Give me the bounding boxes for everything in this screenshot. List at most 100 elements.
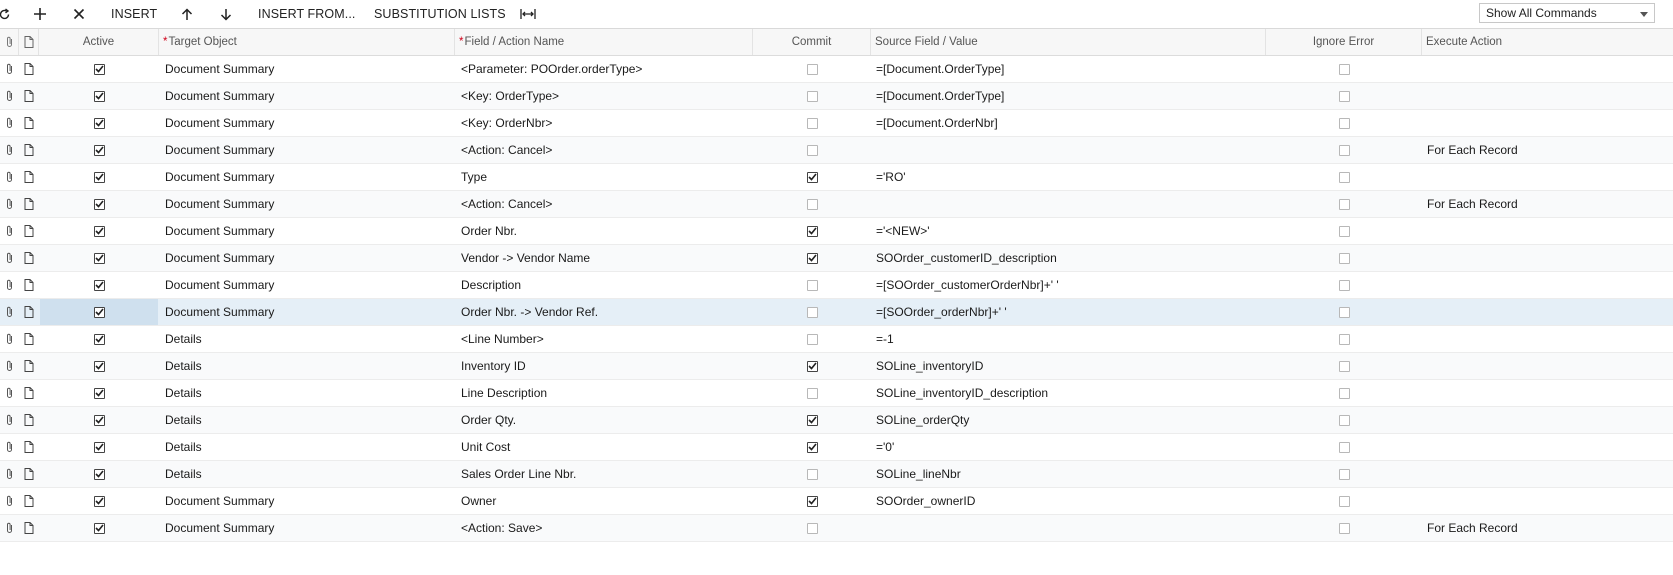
active-checkbox[interactable] xyxy=(93,441,105,453)
execute-action-cell[interactable]: For Each Record xyxy=(1427,515,1518,541)
commit-checkbox[interactable] xyxy=(806,144,818,156)
attachment-button[interactable] xyxy=(0,299,19,325)
target-object-cell[interactable]: Document Summary xyxy=(165,245,274,271)
note-button[interactable] xyxy=(19,461,39,487)
ignore-error-checkbox[interactable] xyxy=(1338,333,1350,345)
attachment-button[interactable] xyxy=(0,488,19,514)
active-checkbox[interactable] xyxy=(93,198,105,210)
field-action-cell[interactable]: <Action: Cancel> xyxy=(461,191,552,217)
target-object-cell[interactable]: Document Summary xyxy=(165,164,274,190)
attachment-button[interactable] xyxy=(0,191,19,217)
target-object-cell[interactable]: Details xyxy=(165,326,202,352)
commit-checkbox[interactable] xyxy=(806,198,818,210)
refresh-button[interactable] xyxy=(0,0,14,28)
commit-checkbox[interactable] xyxy=(806,495,818,507)
column-target-object[interactable]: *Target Object xyxy=(159,29,455,55)
field-action-cell[interactable]: Line Description xyxy=(461,380,547,406)
table-row[interactable]: Details Inventory ID SOLine_inventoryID xyxy=(0,353,1673,380)
attachment-button[interactable] xyxy=(0,353,19,379)
ignore-error-checkbox[interactable] xyxy=(1338,171,1350,183)
source-value-cell[interactable]: =[Document.OrderType] xyxy=(876,83,1004,109)
field-action-cell[interactable]: <Line Number> xyxy=(461,326,544,352)
ignore-error-checkbox[interactable] xyxy=(1338,441,1350,453)
target-object-cell[interactable]: Details xyxy=(165,407,202,433)
attachment-button[interactable] xyxy=(0,272,19,298)
active-checkbox[interactable] xyxy=(93,144,105,156)
execute-action-cell[interactable]: For Each Record xyxy=(1427,137,1518,163)
column-execute-action[interactable]: Execute Action xyxy=(1422,29,1673,55)
table-row[interactable]: Details Sales Order Line Nbr. SOLine_lineN… xyxy=(0,461,1673,488)
table-row[interactable]: Document Summary Owner SOOrder_ownerID xyxy=(0,488,1673,515)
active-checkbox[interactable] xyxy=(93,360,105,372)
target-object-cell[interactable]: Document Summary xyxy=(165,110,274,136)
table-row[interactable]: Document Summary <Key: OrderType> =[Docume… xyxy=(0,83,1673,110)
insert-button[interactable]: INSERT xyxy=(111,0,157,28)
ignore-error-checkbox[interactable] xyxy=(1338,468,1350,480)
delete-row-button[interactable] xyxy=(69,0,89,28)
attachment-button[interactable] xyxy=(0,326,19,352)
field-action-cell[interactable]: <Key: OrderType> xyxy=(461,83,559,109)
ignore-error-checkbox[interactable] xyxy=(1338,495,1350,507)
active-checkbox[interactable] xyxy=(93,225,105,237)
note-button[interactable] xyxy=(19,380,39,406)
source-value-cell[interactable]: SOLine_orderQty xyxy=(876,407,969,433)
table-row[interactable]: Document Summary Description =[SOOrder_cus… xyxy=(0,272,1673,299)
active-checkbox[interactable] xyxy=(93,468,105,480)
table-row[interactable]: Document Summary <Key: OrderNbr> =[Documen… xyxy=(0,110,1673,137)
field-action-cell[interactable]: <Action: Save> xyxy=(461,515,542,541)
target-object-cell[interactable]: Document Summary xyxy=(165,83,274,109)
target-object-cell[interactable]: Details xyxy=(165,353,202,379)
note-button[interactable] xyxy=(19,434,39,460)
table-row[interactable]: Document Summary <Parameter: POOrder.orde… xyxy=(0,56,1673,83)
source-value-cell[interactable]: =[SOOrder_customerOrderNbr]+' ' xyxy=(876,272,1059,298)
target-object-cell[interactable]: Details xyxy=(165,461,202,487)
attachment-button[interactable] xyxy=(0,434,19,460)
ignore-error-checkbox[interactable] xyxy=(1338,306,1350,318)
source-value-cell[interactable]: SOLine_inventoryID_description xyxy=(876,380,1048,406)
move-up-button[interactable] xyxy=(177,0,197,28)
fit-columns-button[interactable] xyxy=(518,0,538,28)
note-button[interactable] xyxy=(19,353,39,379)
note-button[interactable] xyxy=(19,245,39,271)
command-filter-select[interactable]: Show All Commands xyxy=(1479,3,1655,23)
target-object-cell[interactable]: Details xyxy=(165,380,202,406)
note-button[interactable] xyxy=(19,488,39,514)
table-row[interactable]: Document Summary <Action: Cancel> For Each… xyxy=(0,137,1673,164)
source-value-cell[interactable]: SOLine_inventoryID xyxy=(876,353,983,379)
attachment-button[interactable] xyxy=(0,461,19,487)
active-checkbox[interactable] xyxy=(93,387,105,399)
attachment-button[interactable] xyxy=(0,407,19,433)
active-checkbox[interactable] xyxy=(93,117,105,129)
source-value-cell[interactable]: =[Document.OrderNbr] xyxy=(876,110,998,136)
target-object-cell[interactable]: Document Summary xyxy=(165,56,274,82)
target-object-cell[interactable]: Document Summary xyxy=(165,488,274,514)
active-checkbox[interactable] xyxy=(93,333,105,345)
ignore-error-checkbox[interactable] xyxy=(1338,198,1350,210)
commit-checkbox[interactable] xyxy=(806,225,818,237)
add-row-button[interactable] xyxy=(30,0,50,28)
commit-checkbox[interactable] xyxy=(806,279,818,291)
table-row[interactable]: Document Summary <Action: Cancel> For Each… xyxy=(0,191,1673,218)
field-action-cell[interactable]: Owner xyxy=(461,488,496,514)
commit-checkbox[interactable] xyxy=(806,468,818,480)
table-row[interactable]: Document Summary Order Nbr. -> Vendor Ref… xyxy=(0,299,1673,326)
field-action-cell[interactable]: Description xyxy=(461,272,521,298)
source-value-cell[interactable]: =[SOOrder_orderNbr]+' ' xyxy=(876,299,1007,325)
note-button[interactable] xyxy=(19,191,39,217)
column-commit[interactable]: Commit xyxy=(753,29,871,55)
insert-from-button[interactable]: INSERT FROM... xyxy=(258,0,355,28)
source-value-cell[interactable]: ='0' xyxy=(876,434,894,460)
column-source-value[interactable]: Source Field / Value xyxy=(871,29,1266,55)
target-object-cell[interactable]: Document Summary xyxy=(165,299,274,325)
column-active[interactable]: Active xyxy=(39,29,159,55)
active-checkbox[interactable] xyxy=(93,279,105,291)
attachment-button[interactable] xyxy=(0,164,19,190)
note-button[interactable] xyxy=(19,218,39,244)
field-action-cell[interactable]: Inventory ID xyxy=(461,353,526,379)
note-button[interactable] xyxy=(19,56,39,82)
attachment-button[interactable] xyxy=(0,56,19,82)
active-checkbox[interactable] xyxy=(93,252,105,264)
note-button[interactable] xyxy=(19,137,39,163)
field-action-cell[interactable]: <Parameter: POOrder.orderType> xyxy=(461,56,642,82)
commit-checkbox[interactable] xyxy=(806,252,818,264)
